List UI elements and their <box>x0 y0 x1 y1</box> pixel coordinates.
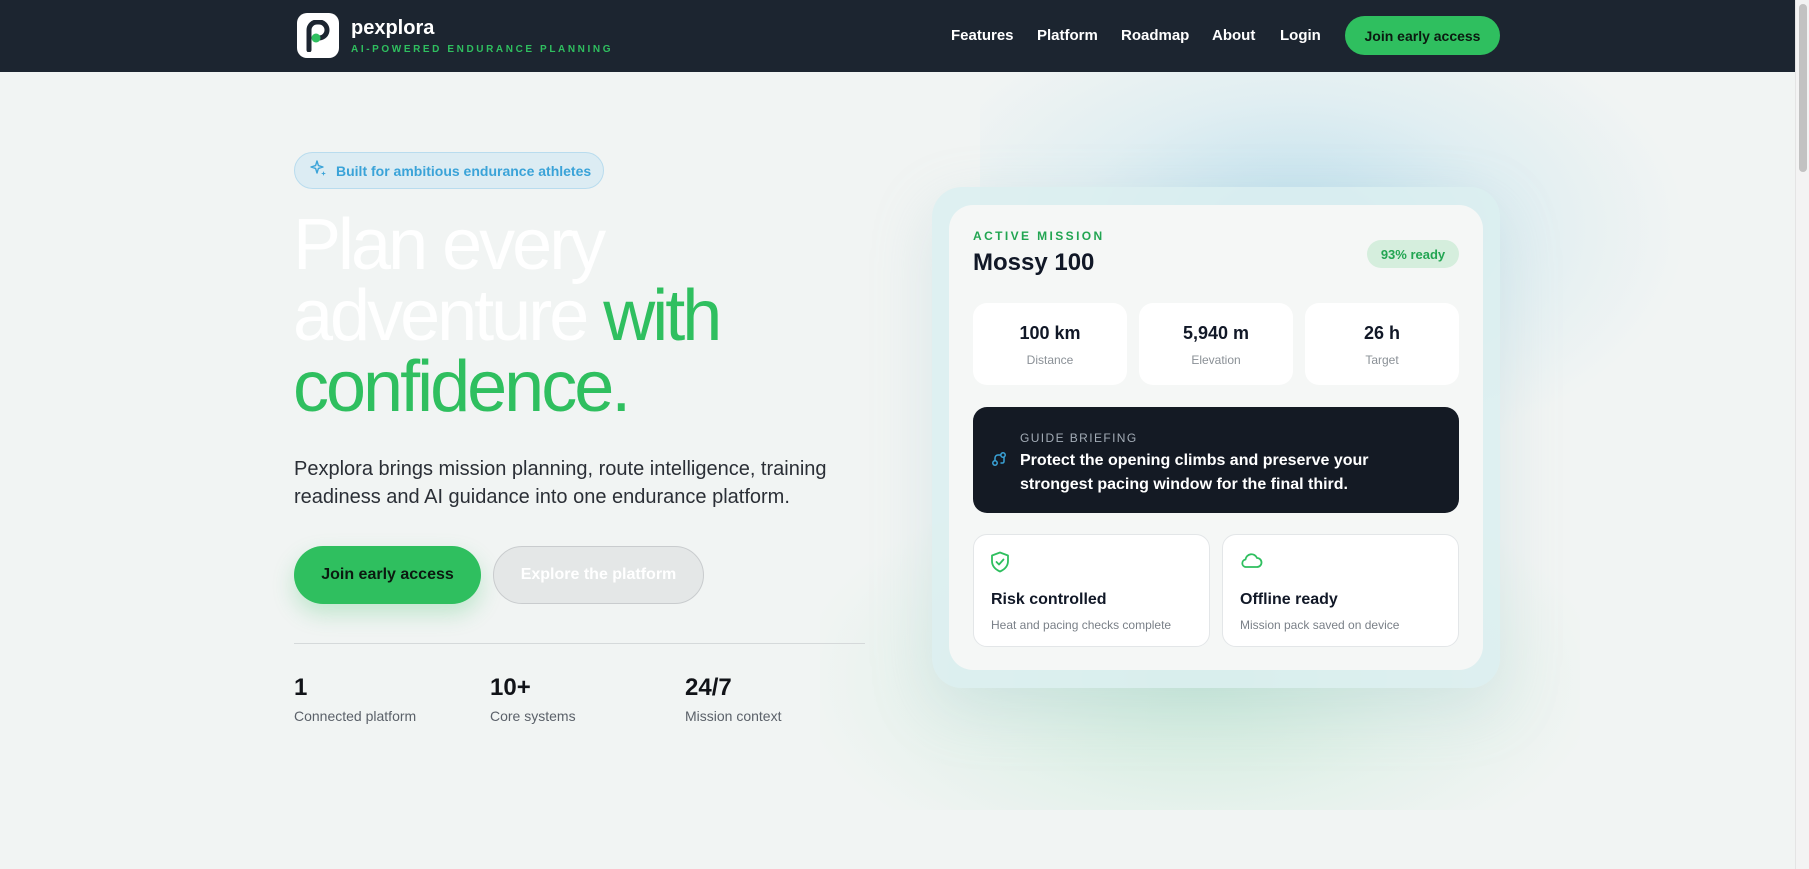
top-navbar: pexplora AI-POWERED ENDURANCE PLANNING F… <box>0 0 1795 72</box>
stat-value: 1 <box>294 674 308 701</box>
feature-title: Offline ready <box>1240 591 1338 608</box>
metric-value: 26 h <box>1363 323 1401 343</box>
metric-target: 26 h Target <box>1305 303 1459 385</box>
stats-divider <box>294 643 865 644</box>
page-scrollbar[interactable] <box>1795 0 1809 869</box>
guide-briefing-panel: GUIDE BRIEFING Protect the opening climb… <box>973 407 1459 513</box>
hero-headline: Plan every adventure with confidence. <box>293 209 893 423</box>
nav-join-early-access-button[interactable]: Join early access <box>1345 16 1500 55</box>
brand-name: pexplora <box>351 16 435 39</box>
hero-badge-label: Built for ambitious endurance athletes <box>336 162 592 179</box>
briefing-text: Protect the opening climbs and preserve … <box>1020 452 1369 493</box>
feature-offline-ready: Offline ready Mission pack saved on devi… <box>1222 534 1459 647</box>
mission-kicker: ACTIVE MISSION <box>973 229 1105 243</box>
metric-elevation: 5,940 m Elevation <box>1139 303 1293 385</box>
metric-value: 5,940 m <box>1182 323 1250 343</box>
stat-mission-context: 24/7 Mission context <box>685 674 781 724</box>
nav-link-roadmap[interactable]: Roadmap <box>1121 27 1189 44</box>
stat-label: Mission context <box>685 708 782 724</box>
nav-link-platform[interactable]: Platform <box>1037 27 1098 44</box>
headline-line-2-white: adventure <box>293 276 604 356</box>
page: pexplora AI-POWERED ENDURANCE PLANNING F… <box>0 0 1809 869</box>
stat-value: 10+ <box>490 674 531 701</box>
metric-label: Distance <box>1026 353 1074 367</box>
stat-core-systems: 10+ Core systems <box>490 674 576 724</box>
shield-check-icon <box>990 551 1010 578</box>
metric-label: Target <box>1365 353 1399 367</box>
hero-description: Pexplora brings mission planning, route … <box>294 458 827 508</box>
feature-subtitle: Heat and pacing checks complete <box>991 618 1172 632</box>
nav-link-features[interactable]: Features <box>951 27 1014 44</box>
pexplora-logo-icon <box>297 13 339 58</box>
cloud-icon <box>1239 551 1263 574</box>
sparkles-icon <box>310 159 327 182</box>
feature-subtitle: Mission pack saved on device <box>1240 618 1400 632</box>
scrollbar-thumb[interactable] <box>1799 4 1807 172</box>
join-early-access-button[interactable]: Join early access <box>294 546 481 604</box>
headline-line-2-green: with <box>603 276 722 356</box>
nav-link-login[interactable]: Login <box>1280 27 1321 44</box>
feature-risk-controlled: Risk controlled Heat and pacing checks c… <box>973 534 1210 647</box>
readiness-badge: 93% ready <box>1367 240 1459 268</box>
metric-value: 100 km <box>1019 323 1081 343</box>
mission-title: Mossy 100 <box>973 249 1095 276</box>
hero-badge: Built for ambitious endurance athletes <box>294 152 604 189</box>
metric-distance: 100 km Distance <box>973 303 1127 385</box>
stat-connected-platform: 1 Connected platform <box>294 674 416 724</box>
stat-label: Core systems <box>490 708 576 724</box>
briefing-kicker: GUIDE BRIEFING <box>1020 431 1138 445</box>
metric-label: Elevation <box>1191 353 1241 367</box>
brand-logo-link[interactable]: pexplora AI-POWERED ENDURANCE PLANNING <box>297 13 613 58</box>
mission-card: ACTIVE MISSION Mossy 100 93% ready 100 k… <box>949 205 1483 670</box>
nav-link-about[interactable]: About <box>1212 27 1255 44</box>
explore-platform-button[interactable]: Explore the platform <box>493 546 704 604</box>
stat-label: Connected platform <box>294 708 417 724</box>
headline-line-3: confidence. <box>293 347 631 427</box>
feature-title: Risk controlled <box>991 591 1107 608</box>
route-icon <box>991 451 1007 472</box>
brand-tagline: AI-POWERED ENDURANCE PLANNING <box>351 43 614 55</box>
headline-line-1: Plan every <box>293 205 606 285</box>
stat-value: 24/7 <box>685 674 732 701</box>
